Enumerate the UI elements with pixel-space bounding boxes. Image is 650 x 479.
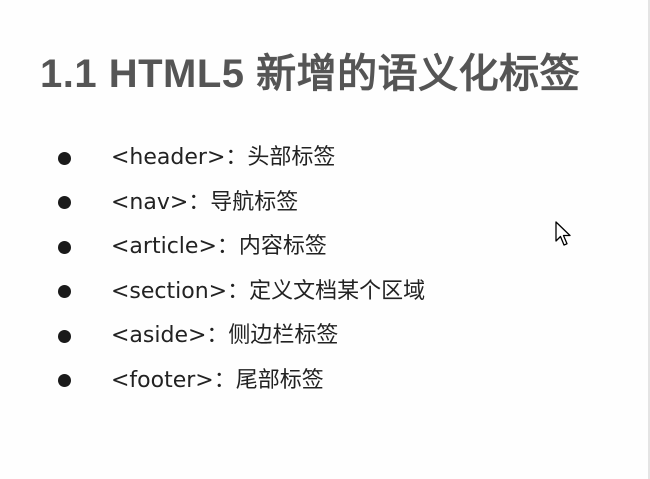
slide-title: 1.1 HTML5 新增的语义化标签 bbox=[40, 52, 581, 96]
list-item: <nav>：导航标签 bbox=[58, 181, 425, 226]
list-item: <header>：头部标签 bbox=[58, 136, 425, 181]
bullet-dot-icon bbox=[58, 151, 71, 165]
bullet-dot-icon bbox=[58, 240, 71, 254]
list-item: <article>：内容标签 bbox=[58, 225, 425, 270]
mouse-pointer-icon bbox=[555, 221, 571, 246]
list-item: <footer>：尾部标签 bbox=[58, 359, 425, 404]
bullet-text-article: <article>：内容标签 bbox=[111, 234, 327, 260]
bullet-text-section: <section>：定义文档某个区域 bbox=[111, 278, 426, 304]
bullet-list: <header>：头部标签 <nav>：导航标签 <article>：内容标签 … bbox=[58, 136, 425, 403]
list-item: <section>：定义文档某个区域 bbox=[58, 270, 425, 315]
bullet-text-nav: <nav>：导航标签 bbox=[111, 189, 299, 215]
bullet-dot-icon bbox=[58, 374, 71, 388]
bullet-text-header: <header>：头部标签 bbox=[111, 145, 336, 171]
bullet-text-footer: <footer>：尾部标签 bbox=[111, 367, 324, 393]
slide-canvas: 1.1 HTML5 新增的语义化标签 <header>：头部标签 <nav>：导… bbox=[0, 0, 650, 479]
bullet-dot-icon bbox=[58, 329, 71, 343]
bullet-text-aside: <aside>：侧边栏标签 bbox=[111, 323, 339, 349]
bullet-dot-icon bbox=[58, 285, 71, 299]
list-item: <aside>：侧边栏标签 bbox=[58, 314, 425, 359]
bullet-dot-icon bbox=[58, 196, 71, 210]
